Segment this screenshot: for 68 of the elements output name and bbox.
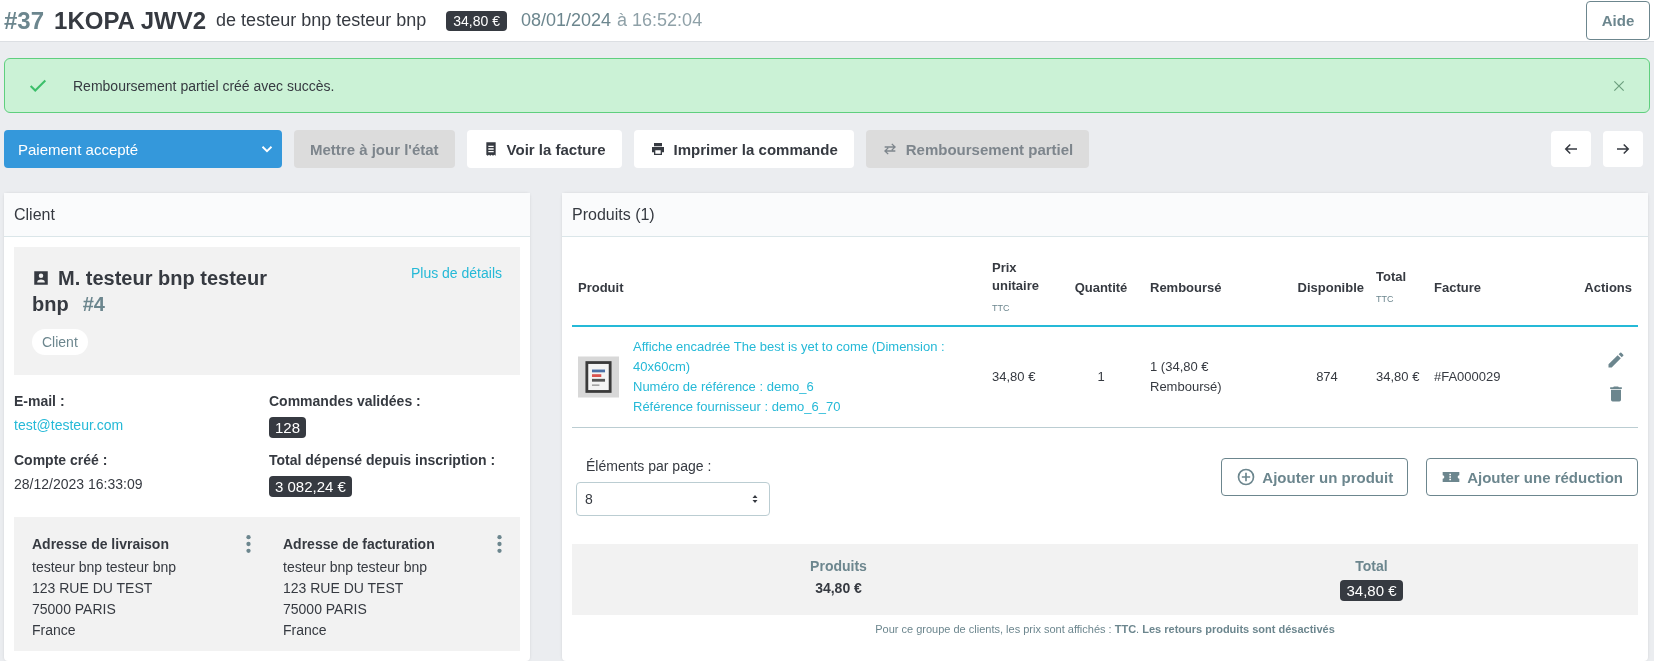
- address-line: France: [32, 621, 77, 640]
- pencil-icon: [1606, 350, 1626, 370]
- contact-icon: [32, 269, 50, 287]
- customer-name: M. testeur bnp testeur bnp #4: [32, 266, 268, 317]
- order-reference: 1KOPA JWV2: [54, 6, 207, 35]
- address-title: Adresse de facturation: [283, 536, 435, 552]
- summary-value: 34,80 €: [815, 580, 862, 596]
- column-header: Disponible: [1284, 247, 1370, 326]
- address-line: testeur bnp testeur bnp: [32, 558, 177, 577]
- alert-message: Remboursement partiel créé avec succès.: [73, 77, 335, 94]
- count-badge: 128: [269, 417, 307, 438]
- field-value: 28/12/2023 16:33:09: [14, 476, 143, 492]
- details-link[interactable]: Plus de détails: [410, 265, 502, 281]
- order-number: #37: [4, 6, 45, 35]
- customer-text: de testeur bnp testeur bnp: [216, 10, 427, 31]
- more-vertical-icon[interactable]: [497, 535, 502, 553]
- per-page-label: Éléments par page :: [585, 458, 713, 474]
- amount-badge: 34,80 €: [446, 10, 507, 31]
- address-line: 75000 PARIS: [32, 600, 117, 619]
- column-header: Actions: [1558, 247, 1638, 326]
- status-select[interactable]: Paiement accepté: [4, 130, 282, 168]
- column-header: Produit: [572, 247, 986, 326]
- field-label: Commandes validées :: [269, 393, 421, 409]
- column-header: Prix unitaire TTC: [986, 247, 1058, 326]
- help-button[interactable]: Aide: [1586, 1, 1650, 40]
- next-button[interactable]: [1603, 131, 1643, 167]
- toolbar-button[interactable]: Imprimer la commande: [633, 130, 854, 168]
- column-header: Total TTC: [1370, 247, 1428, 326]
- table-cell: 1: [1058, 326, 1144, 428]
- action-button[interactable]: Ajouter un produit: [1221, 458, 1409, 496]
- total-badge: 34,80 €: [1340, 580, 1403, 601]
- address-line: testeur bnp testeur bnp: [283, 558, 428, 577]
- action-button[interactable]: Ajouter une réduction: [1426, 458, 1638, 496]
- group-badge: Client: [32, 329, 88, 355]
- printer-icon: [649, 141, 666, 157]
- column-header: Facture: [1428, 247, 1558, 326]
- field-label: E-mail :: [14, 393, 65, 409]
- field-label: Compte créé :: [14, 452, 108, 468]
- address-line: France: [283, 621, 328, 640]
- per-page-select[interactable]: 8: [576, 482, 770, 516]
- table-cell: 34,80 €: [1370, 326, 1428, 428]
- address-line: 75000 PARIS: [283, 600, 368, 619]
- email-link[interactable]: test@testeur.com: [14, 417, 124, 433]
- product-link[interactable]: Affiche encadrée The best is yet to come (Dimension : 40x60cm): [633, 337, 980, 377]
- order-time: à 16:52:04: [617, 10, 703, 31]
- summary-label: Total: [1355, 558, 1388, 574]
- product-reference: Numéro de référence : demo_6: [633, 378, 815, 396]
- table-cell: 874: [1284, 326, 1370, 428]
- address-line: 123 RUE DU TEST: [283, 579, 405, 598]
- table-cell: 34,80 €: [986, 326, 1058, 428]
- summary-label: Produits: [810, 558, 867, 574]
- count-badge: 3 082,24 €: [269, 476, 352, 497]
- field-label: Total dépensé depuis inscription :: [269, 452, 496, 468]
- panel-title: Produits (1): [572, 205, 655, 224]
- supplier-reference: Référence fournisseur : demo_6_70: [633, 398, 842, 416]
- panel-title: Client: [14, 205, 55, 224]
- price-note: Pour ce groupe de clients, les prix sont affichés : TTC. Les retours produits sont désactivés: [874, 622, 1336, 637]
- table-cell: 1 (34,80 € Remboursé): [1144, 326, 1284, 428]
- toolbar-button[interactable]: Voir la facture: [466, 130, 622, 168]
- table-cell: #FA000029: [1428, 326, 1558, 428]
- more-vertical-icon[interactable]: [246, 535, 251, 553]
- column-header: Quantité: [1058, 247, 1144, 326]
- address-line: 123 RUE DU TEST: [32, 579, 154, 598]
- column-header: Remboursé: [1144, 247, 1284, 326]
- address-title: Adresse de livraison: [32, 536, 169, 552]
- previous-button[interactable]: [1551, 131, 1591, 167]
- plus-circle-icon: [1236, 467, 1257, 487]
- order-date: 08/01/2024: [520, 10, 612, 31]
